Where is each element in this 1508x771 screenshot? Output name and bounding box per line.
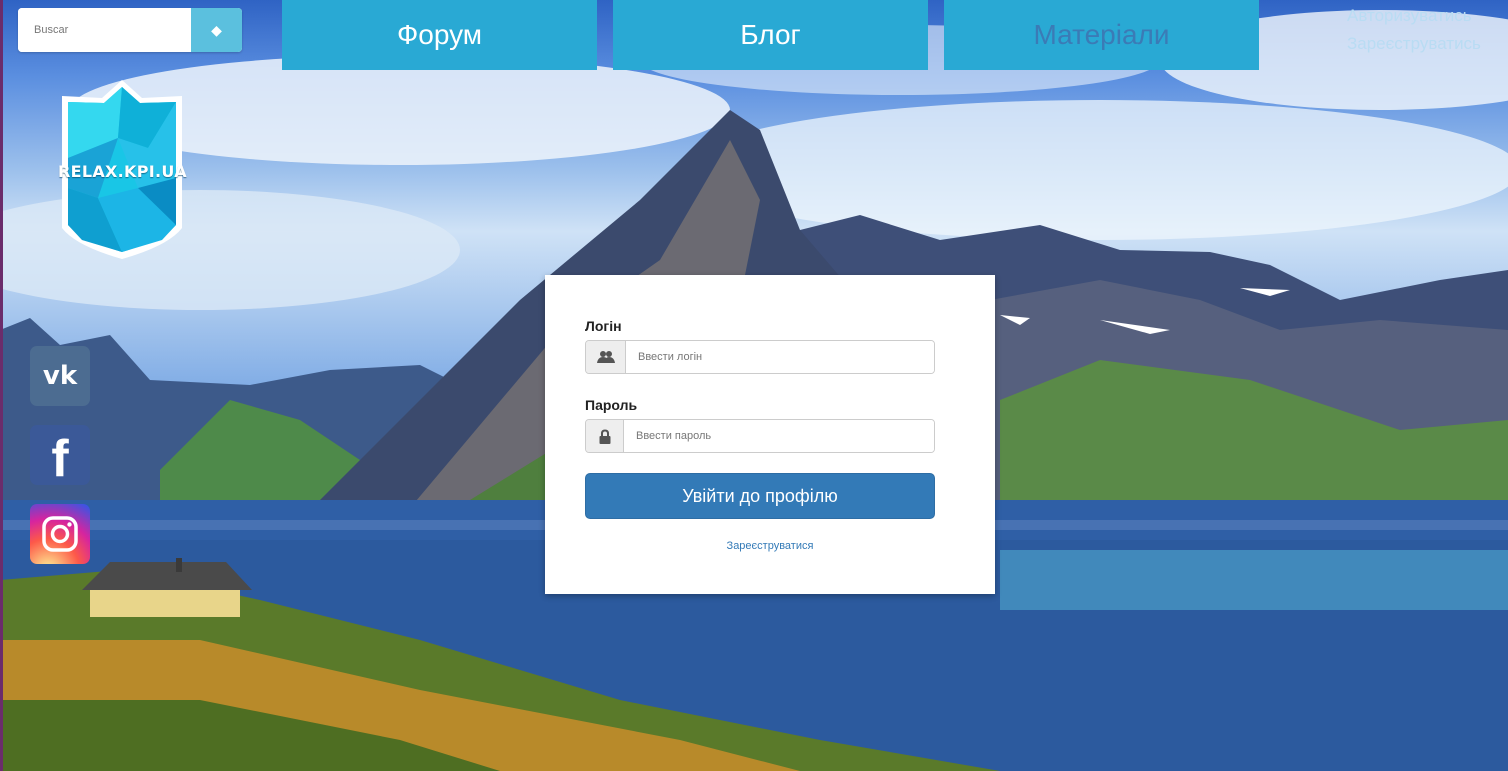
- users-icon: [586, 341, 626, 373]
- facebook-button[interactable]: f: [30, 425, 90, 485]
- left-edge-strip: [0, 0, 3, 771]
- nav-materials[interactable]: Матеріали: [944, 0, 1259, 70]
- instagram-icon: [42, 516, 78, 552]
- login-input-group: [585, 340, 935, 374]
- auth-links: Авторизуватись Зареєструватись: [1347, 2, 1481, 58]
- register-link[interactable]: Зареєструватись: [1347, 30, 1481, 58]
- password-input-group: [585, 419, 935, 453]
- login-card: Логін Пароль Увійти до профілю Зареєстру…: [545, 275, 995, 594]
- password-input[interactable]: [624, 420, 934, 452]
- lock-icon: [586, 420, 624, 452]
- register-form-link[interactable]: Зареєструватися: [545, 540, 995, 552]
- vk-icon: vk: [42, 361, 78, 391]
- nav-forum[interactable]: Форум: [282, 0, 597, 70]
- password-label: Пароль: [585, 397, 638, 413]
- logo-text: RELAX.KPI.UA: [58, 162, 187, 181]
- login-input[interactable]: [626, 341, 934, 373]
- vk-button[interactable]: vk: [30, 346, 90, 406]
- login-link[interactable]: Авторизуватись: [1347, 2, 1481, 30]
- instagram-button[interactable]: [30, 504, 90, 564]
- site-logo[interactable]: RELAX.KPI.UA: [58, 78, 187, 261]
- facebook-icon: f: [51, 430, 69, 488]
- diamond-icon: ◆: [211, 21, 222, 38]
- search-box: ◆: [18, 8, 242, 52]
- search-button[interactable]: ◆: [191, 8, 242, 52]
- search-input[interactable]: [18, 8, 191, 52]
- nav-blog[interactable]: Блог: [613, 0, 928, 70]
- login-label: Логін: [585, 318, 622, 334]
- login-submit-button[interactable]: Увійти до профілю: [585, 473, 935, 519]
